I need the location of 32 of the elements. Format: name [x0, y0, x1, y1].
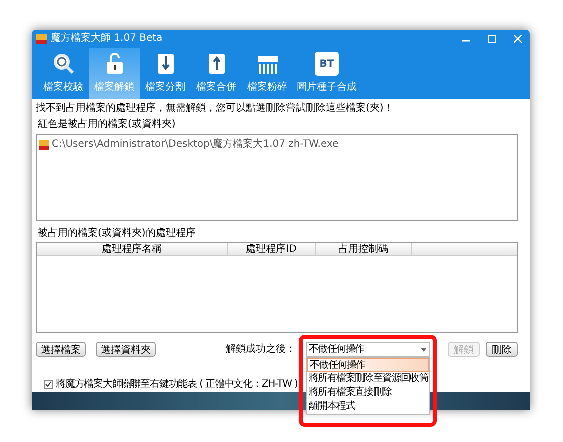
window-title: 魔方檔案大師 1.07 Beta	[51, 32, 163, 46]
check-icon	[45, 381, 52, 388]
column-header[interactable]: 處理程序名稱	[37, 243, 228, 256]
dropdown-option[interactable]: 將所有檔案刪除至資源回收筒	[307, 372, 429, 386]
magnifier-icon	[52, 52, 76, 76]
select-button[interactable]: 選擇資料夾	[96, 342, 156, 358]
tab[interactable]: 檔案分割	[140, 48, 191, 100]
checkbox-label: 將魔方檔案大師關聯至右鍵功能表 ( 正體中文化：ZH-TW )	[56, 378, 298, 392]
caret-icon	[421, 348, 427, 352]
tab[interactable]: BT 圖片種子合成	[293, 48, 361, 100]
checkbox[interactable]	[44, 380, 53, 390]
dropdown-option[interactable]: 離開本程式	[307, 400, 429, 414]
app-icon	[36, 34, 47, 44]
dropdown-option[interactable]: 不做任何操作	[307, 358, 429, 372]
after-unlock-label: 解鎖成功之後：	[226, 342, 296, 358]
file-path[interactable]: C:\Users\Administrator\Desktop\魔方檔案大1.07 zh-TW.exe	[52, 137, 339, 152]
section-label: 被占用的檔案(或資料夾)的處理程序	[38, 227, 197, 242]
close-icon[interactable]	[514, 34, 522, 43]
status-message: 找不到占用檔案的處理程序，無需解鎖，您可以點選刪除嘗試刪除這些檔案(夾)！	[36, 102, 395, 116]
tab[interactable]: 檔案合併	[191, 48, 242, 100]
file-icon	[39, 140, 49, 150]
tab[interactable]: 檔案校驗	[38, 48, 89, 100]
bt-icon: BT	[315, 52, 339, 76]
section-label: 紅色是被占用的檔案(或資料夾)	[38, 118, 177, 132]
action-button[interactable]: 刪除	[486, 342, 518, 358]
tab[interactable]: 檔案粉碎	[242, 48, 293, 100]
select-button[interactable]: 選擇檔案	[36, 342, 86, 358]
column-header[interactable]: 占用控制碼	[316, 243, 412, 256]
dropdown-option[interactable]: 將所有檔案直接刪除	[307, 386, 429, 400]
maximize-icon[interactable]	[488, 34, 496, 43]
action-dropdown[interactable]: 不做任何操作	[306, 342, 430, 358]
column-header[interactable]: 處理程序ID	[228, 243, 316, 256]
